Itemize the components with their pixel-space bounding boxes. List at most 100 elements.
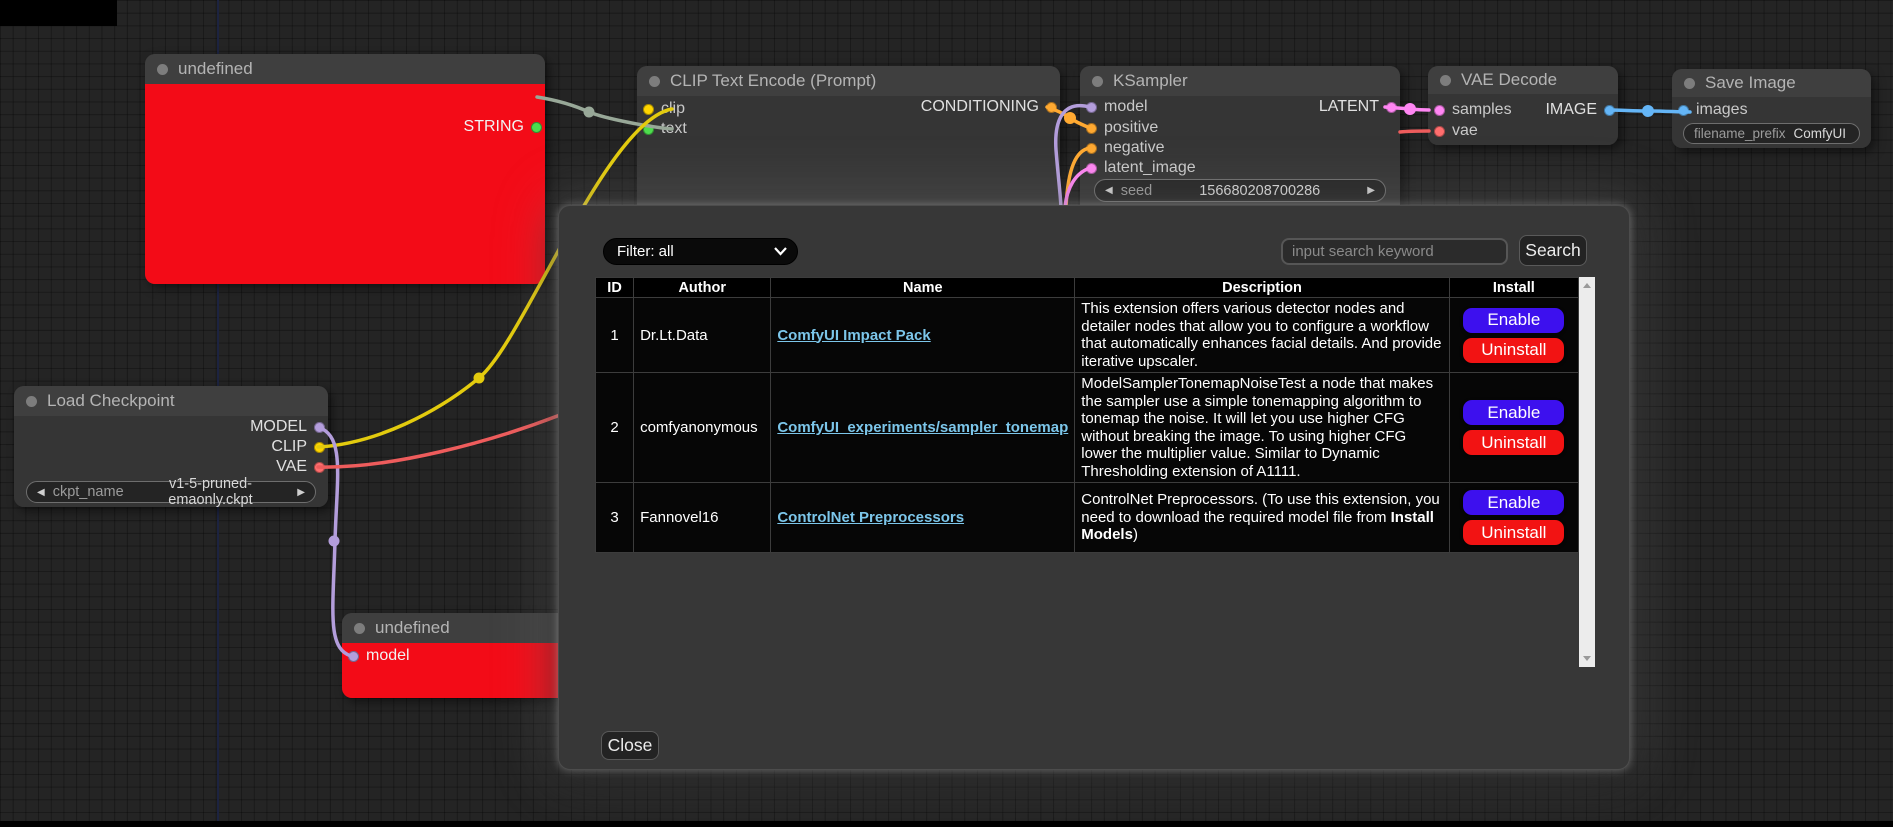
cell-description: This extension offers various detector n… <box>1075 298 1449 373</box>
input-latent-image-port[interactable]: latent_image <box>1086 158 1196 178</box>
extensions-table: ID Author Name Description Install 1 Dr.… <box>595 277 1579 553</box>
extension-manager-dialog: Filter: all Search ID Author Name Descri… <box>558 205 1630 770</box>
node-body: model <box>342 643 582 698</box>
image-port-dot[interactable] <box>1604 105 1615 116</box>
positive-port-dot[interactable] <box>1086 123 1097 134</box>
input-images-port[interactable]: images <box>1678 100 1748 120</box>
filename-prefix-widget[interactable]: filename_prefix ComfyUI <box>1683 123 1860 144</box>
node-collapse-dot[interactable] <box>649 76 660 87</box>
node-title-bar[interactable]: undefined <box>145 54 545 84</box>
widget-value: 156680208700286 <box>1160 183 1359 199</box>
clip-port-dot[interactable] <box>643 104 654 115</box>
node-ksampler[interactable]: KSampler model positive negative latent_… <box>1080 66 1400 216</box>
node-title: Load Checkpoint <box>47 391 175 411</box>
model-port-dot[interactable] <box>348 651 359 662</box>
text-port-dot[interactable] <box>643 124 654 135</box>
node-collapse-dot[interactable] <box>26 396 37 407</box>
ckpt-name-widget[interactable]: ◀ ckpt_name v1-5-pruned-emaonly.ckpt ▶ <box>26 481 316 503</box>
header-author: Author <box>634 278 771 298</box>
node-collapse-dot[interactable] <box>1684 78 1695 89</box>
node-title: Save Image <box>1705 73 1796 93</box>
node-undefined-top[interactable]: undefined STRING <box>145 54 545 284</box>
increment-arrow-icon[interactable]: ▶ <box>297 487 305 498</box>
output-vae-port[interactable]: VAE <box>276 457 325 477</box>
uninstall-button[interactable]: Uninstall <box>1463 338 1564 363</box>
port-label: latent_image <box>1104 159 1196 177</box>
enable-button[interactable]: Enable <box>1463 490 1564 515</box>
seed-widget[interactable]: ◀ seed 156680208700286 ▶ <box>1094 179 1386 202</box>
enable-button[interactable]: Enable <box>1463 308 1564 333</box>
input-model-port[interactable]: model <box>1086 97 1148 117</box>
cell-id: 2 <box>596 373 634 483</box>
decrement-arrow-icon[interactable]: ◀ <box>1105 185 1113 196</box>
output-latent-port[interactable]: LATENT <box>1319 97 1397 117</box>
vae-port-dot[interactable] <box>314 462 325 473</box>
output-clip-port[interactable]: CLIP <box>271 437 325 457</box>
node-clip-text-encode[interactable]: CLIP Text Encode (Prompt) clip text COND… <box>637 66 1060 226</box>
node-body: MODEL CLIP VAE ◀ ckpt_name v1-5-pruned-e… <box>14 416 328 507</box>
node-load-checkpoint[interactable]: Load Checkpoint MODEL CLIP VAE ◀ ckpt_na… <box>14 386 328 507</box>
model-port-dot[interactable] <box>314 422 325 433</box>
search-input[interactable] <box>1281 238 1508 265</box>
input-samples-port[interactable]: samples <box>1434 100 1512 120</box>
vae-port-dot[interactable] <box>1434 126 1445 137</box>
output-conditioning-port[interactable]: CONDITIONING <box>921 97 1057 117</box>
extension-link[interactable]: ControlNet Preprocessors <box>777 509 964 526</box>
negative-port-dot[interactable] <box>1086 143 1097 154</box>
model-port-dot[interactable] <box>1086 102 1097 113</box>
node-save-image[interactable]: Save Image images filename_prefix ComfyU… <box>1672 69 1871 148</box>
latent-port-dot[interactable] <box>1386 102 1397 113</box>
node-title: KSampler <box>1113 71 1188 91</box>
output-model-port[interactable]: MODEL <box>250 417 325 437</box>
node-collapse-dot[interactable] <box>157 64 168 75</box>
node-title-bar[interactable]: CLIP Text Encode (Prompt) <box>637 66 1060 96</box>
output-string-port[interactable]: STRING <box>464 117 542 137</box>
uninstall-button[interactable]: Uninstall <box>1463 430 1564 455</box>
table-scrollbar[interactable] <box>1579 277 1595 667</box>
input-positive-port[interactable]: positive <box>1086 118 1158 138</box>
node-collapse-dot[interactable] <box>354 623 365 634</box>
node-undefined-bottom[interactable]: undefined model <box>342 613 582 698</box>
input-clip-port[interactable]: clip <box>643 99 685 119</box>
description-text: ) <box>1133 526 1138 543</box>
node-title-bar[interactable]: Save Image <box>1672 69 1871 97</box>
cell-description: ModelSamplerTonemapNoiseTest a node that… <box>1075 373 1449 483</box>
cell-author: Fannovel16 <box>634 483 771 553</box>
extension-link[interactable]: ComfyUI Impact Pack <box>777 327 930 344</box>
input-model-port[interactable]: model <box>348 646 410 666</box>
latent-image-port-dot[interactable] <box>1086 163 1097 174</box>
node-title-bar[interactable]: VAE Decode <box>1428 66 1618 94</box>
table-row: 2 comfyanonymous ComfyUI_experiments/sam… <box>596 373 1579 483</box>
node-body: images filename_prefix ComfyUI <box>1672 97 1871 148</box>
scroll-up-icon[interactable] <box>1583 283 1591 288</box>
uninstall-button[interactable]: Uninstall <box>1463 520 1564 545</box>
conditioning-port-dot[interactable] <box>1046 102 1057 113</box>
node-title: VAE Decode <box>1461 70 1557 90</box>
samples-port-dot[interactable] <box>1434 105 1445 116</box>
port-label: CLIP <box>271 438 307 456</box>
search-button[interactable]: Search <box>1519 235 1587 266</box>
enable-button[interactable]: Enable <box>1463 400 1564 425</box>
string-port-dot[interactable] <box>531 122 542 133</box>
images-port-dot[interactable] <box>1678 105 1689 116</box>
node-collapse-dot[interactable] <box>1440 75 1451 86</box>
node-collapse-dot[interactable] <box>1092 76 1103 87</box>
filter-select[interactable]: Filter: all <box>603 238 798 265</box>
port-label: vae <box>1452 122 1478 140</box>
increment-arrow-icon[interactable]: ▶ <box>1367 185 1375 196</box>
input-text-port[interactable]: text <box>643 119 687 139</box>
scroll-down-icon[interactable] <box>1583 656 1591 661</box>
decrement-arrow-icon[interactable]: ◀ <box>37 487 45 498</box>
node-title-bar[interactable]: Load Checkpoint <box>14 386 328 416</box>
node-vae-decode[interactable]: VAE Decode samples vae IMAGE <box>1428 66 1618 145</box>
node-title-bar[interactable]: undefined <box>342 613 582 643</box>
input-vae-port[interactable]: vae <box>1434 121 1478 141</box>
output-image-port[interactable]: IMAGE <box>1545 100 1615 120</box>
port-label: text <box>661 120 687 138</box>
input-negative-port[interactable]: negative <box>1086 138 1165 158</box>
clip-port-dot[interactable] <box>314 442 325 453</box>
node-title-bar[interactable]: KSampler <box>1080 66 1400 96</box>
close-button[interactable]: Close <box>601 731 659 760</box>
port-label: STRING <box>464 118 524 136</box>
extension-link[interactable]: ComfyUI_experiments/sampler_tonemap <box>777 419 1068 436</box>
